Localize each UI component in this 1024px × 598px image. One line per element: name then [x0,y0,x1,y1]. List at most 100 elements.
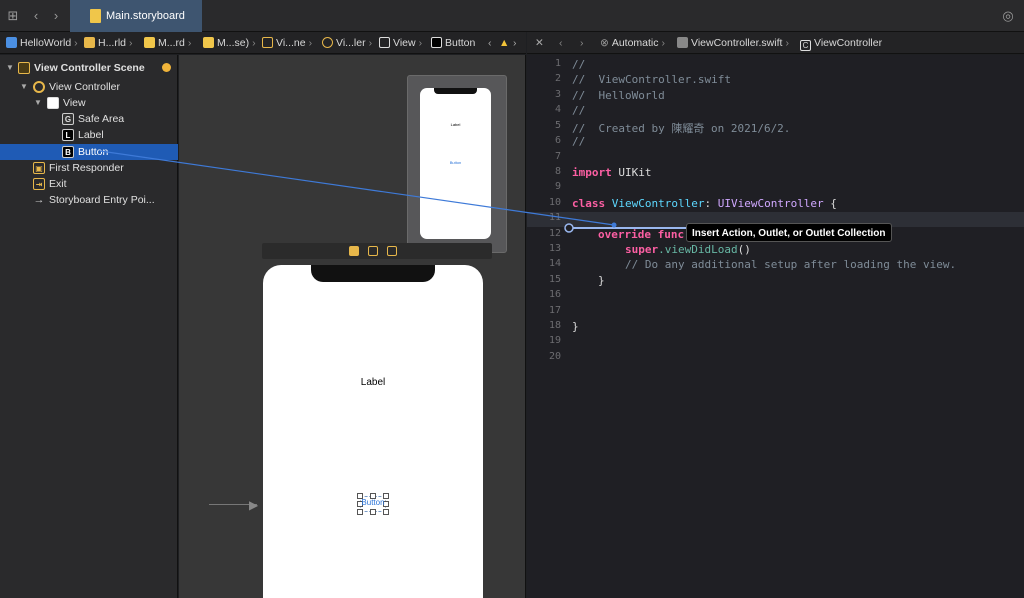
preview-label: Label [450,122,461,127]
line-number: 11 [548,212,561,223]
dock-first-responder-icon[interactable] [368,246,378,256]
button-icon [431,37,442,48]
crumb-base[interactable]: M...se) › [203,32,256,53]
outline-first-responder[interactable]: ▣ First Responder [0,160,178,176]
line-number: 19 [548,335,561,346]
first-responder-icon: ▣ [33,162,45,174]
view-controller-canvas[interactable]: Label Button [263,265,483,598]
class-icon: C [800,40,811,51]
back-icon-2[interactable]: ‹ [559,32,563,53]
crumb-automatic[interactable]: ⊗ Automatic › [600,32,665,53]
line-number: 9 [554,181,561,192]
code-brace: } [598,274,605,287]
scene-icon [18,62,30,74]
line-number: 5 [554,120,561,131]
folder-icon [84,37,95,48]
disclosure-open-icon[interactable]: ▼ [34,95,42,111]
safe-area-icon: G [62,113,74,125]
crumb-view[interactable]: View › [379,32,422,53]
line-number: 3 [554,89,561,100]
code-comment: // [572,104,586,117]
crumb-group[interactable]: H...rld › [84,32,133,53]
line-number: 20 [548,351,561,362]
grid-icon[interactable]: ⊞ [3,6,23,26]
crumb-view-controller[interactable]: Vi...ler › [322,32,372,53]
forward-crumb-icon[interactable]: › [513,32,517,53]
code-comment: // HelloWorld [572,89,665,102]
scene-preview-phone[interactable]: Label Button [420,88,491,239]
line-number: 13 [548,243,561,254]
crumb-project[interactable]: HelloWorld › [6,32,78,53]
resize-handle[interactable] [383,509,389,515]
disclosure-open-icon[interactable]: ▼ [6,60,14,76]
right-jump-bar: ✕ ‹ › ⊗ Automatic › ViewController.swift › … [527,32,1024,54]
label-icon: L [62,129,74,141]
dock-exit-icon[interactable] [387,246,397,256]
line-number: 7 [554,151,561,162]
code-line-super: super.viewDidLoad() [625,243,751,256]
code-comment: // Created by 陳耀奇 on 2021/6/2. [572,122,791,135]
view-icon [47,97,59,109]
outline-label[interactable]: L Label [0,127,178,143]
resize-handle[interactable] [357,509,363,515]
line-number: 2 [554,73,561,84]
view-controller-icon [322,37,333,48]
dock-view-controller-icon[interactable] [349,246,359,256]
storyboard-canvas[interactable]: Label Button Label Button ▶ [179,55,526,598]
line-number: 17 [548,305,561,316]
tab-bar: ⊞ ‹ › Main.storyboard ◎ [0,0,1024,32]
line-number: 1 [554,58,561,69]
crumb-swift-file[interactable]: ViewController.swift › [677,32,789,53]
scene-icon [262,37,273,48]
forward-icon-2[interactable]: › [580,32,584,53]
code-editor[interactable]: 1 2 3 4 5 6 7 8 9 10 11 12 13 14 15 16 1… [527,55,1024,598]
outline-view[interactable]: ▼ View [0,95,178,111]
canvas-button-title: Button [361,498,385,507]
outline-exit[interactable]: ⇥ Exit [0,176,178,192]
left-jump-bar: HelloWorld › H...rld › M...rd › M...se) › Vi… [0,32,526,54]
outline-safe-area[interactable]: G Safe Area [0,111,178,127]
forward-icon[interactable]: › [46,6,66,26]
code-comment: // Do any additional setup after loading… [625,258,957,271]
preview-button: Button [449,160,462,165]
storyboard-icon [144,37,155,48]
resize-handle[interactable] [370,509,376,515]
crumb-scene[interactable]: Vi...ne › [262,32,312,53]
outline-scene[interactable]: ▼ View Controller Scene [0,60,178,76]
warning-badge-icon[interactable] [162,63,171,72]
code-comment: // [572,135,586,148]
phone-notch [311,265,435,282]
line-number: 18 [548,320,561,331]
crumb-button[interactable]: Button [431,32,475,53]
crumb-class[interactable]: C ViewController [800,32,882,53]
split-editor-icon[interactable]: ◎ [998,6,1018,26]
line-number: 4 [554,104,561,115]
close-editor-icon[interactable]: ✕ [535,32,544,53]
scene-dock [262,243,492,259]
warning-icon[interactable]: ▲ [499,32,509,53]
canvas-button-selected[interactable]: Button [357,493,389,515]
project-icon [6,37,17,48]
outline-entry-point[interactable]: → Storyboard Entry Poi... [0,192,178,208]
crumb-storyboard[interactable]: M...rd › [144,32,191,53]
line-number: 15 [548,274,561,285]
line-number: 16 [548,289,561,300]
code-line-import: import UIKit [572,166,652,179]
insert-connection-tooltip: Insert Action, Outlet, or Outlet Collect… [686,223,892,242]
line-number: 6 [554,135,561,146]
button-icon: B [62,146,74,158]
code-line-class: class ViewController: UIViewController { [572,197,837,210]
back-crumb-icon[interactable]: ‹ [488,32,492,53]
entry-arrow-icon: → [33,194,45,206]
document-outline: ▼ View Controller Scene ▼ View Controlle… [0,55,178,598]
code-comment: // ViewController.swift [572,73,731,86]
entry-point-arrow-icon: ▶ [249,498,259,512]
disclosure-open-icon[interactable]: ▼ [20,79,28,95]
view-icon [379,37,390,48]
canvas-label[interactable]: Label [263,377,483,388]
outline-button-selected[interactable]: B Button [0,144,178,160]
tab-main-storyboard[interactable]: Main.storyboard [70,0,202,32]
line-number: 14 [548,258,561,269]
outline-view-controller[interactable]: ▼ View Controller [0,79,178,95]
back-icon[interactable]: ‹ [26,6,46,26]
